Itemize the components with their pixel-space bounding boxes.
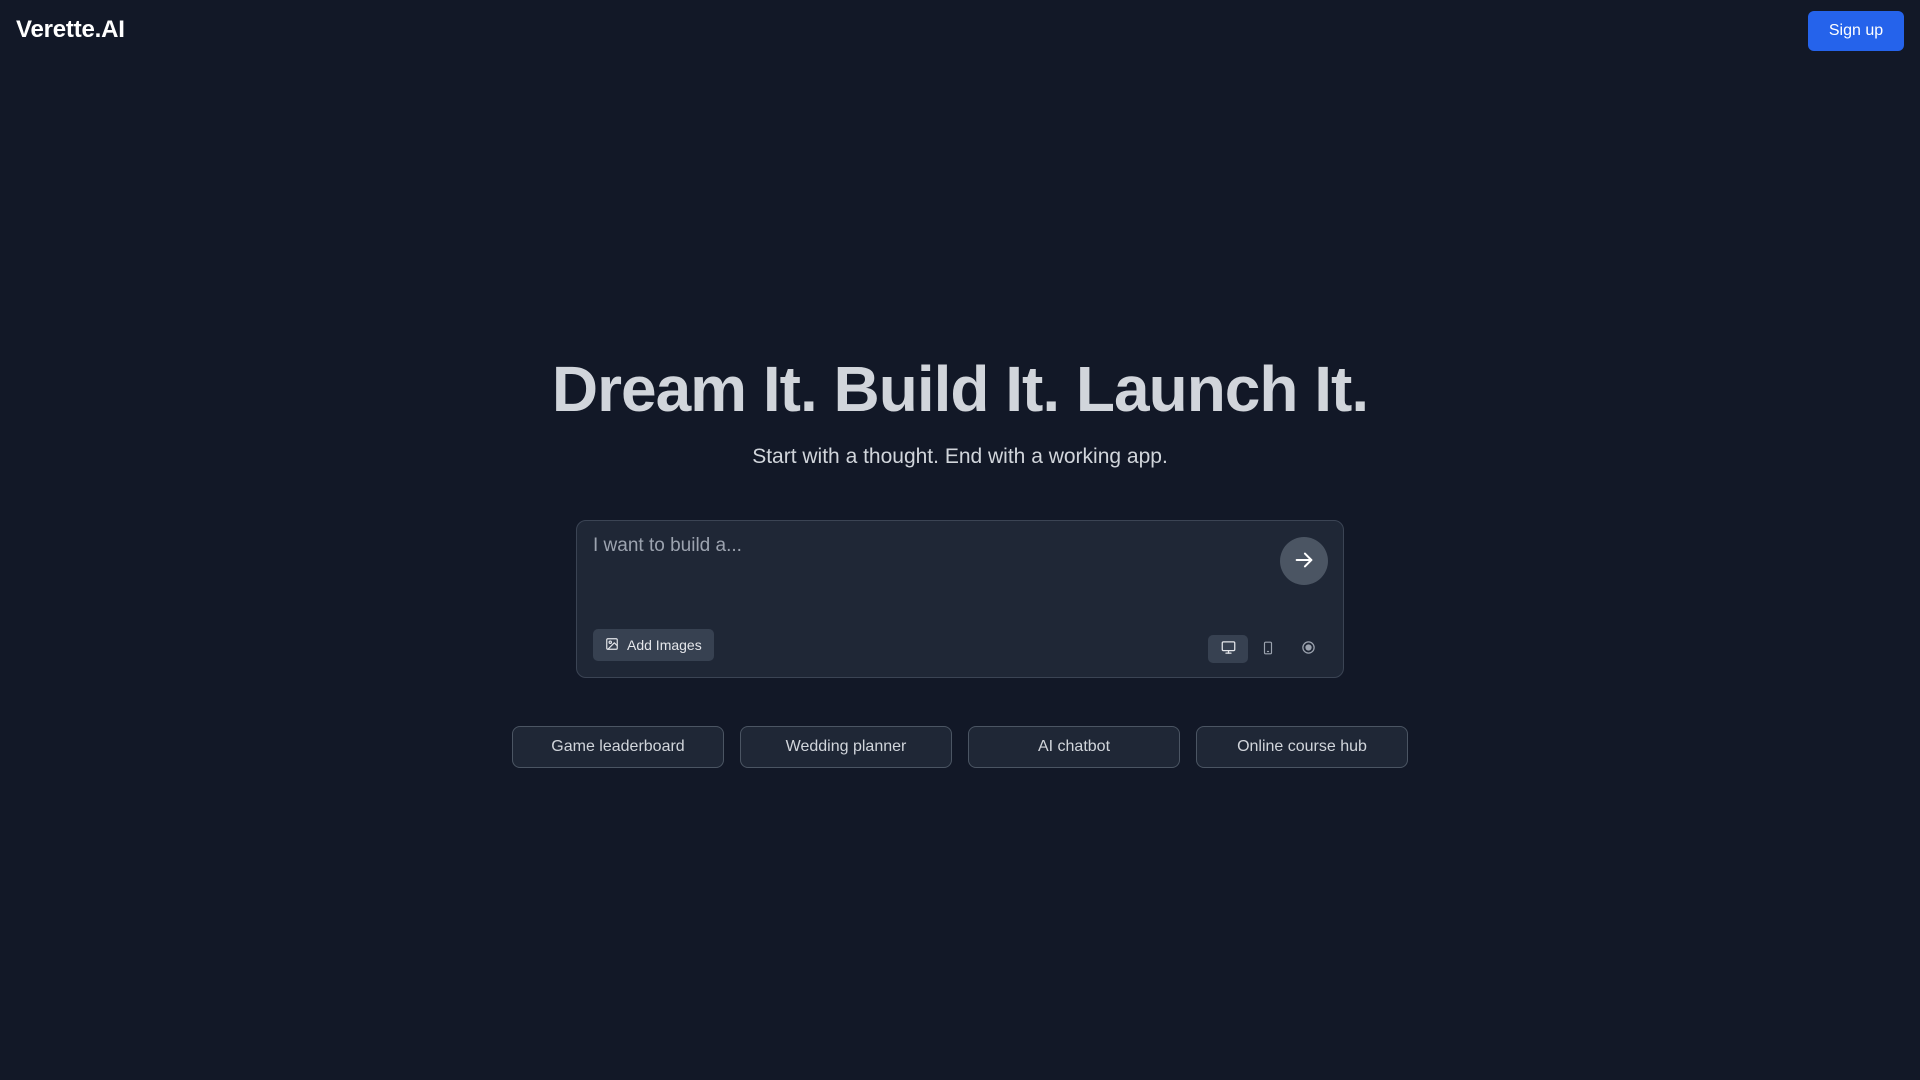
hero-title: Dream It. Build It. Launch It. — [551, 353, 1369, 425]
logo[interactable]: Verette.AI — [16, 16, 125, 44]
page: Verette.AI Sign up Dream It. Build It. L… — [0, 0, 1920, 1080]
mobile-view-button[interactable] — [1248, 635, 1288, 663]
suggestion-chip-ai-chatbot[interactable]: AI chatbot — [968, 726, 1180, 768]
desktop-icon — [1221, 640, 1236, 658]
suggestion-chip-wedding-planner[interactable]: Wedding planner — [740, 726, 952, 768]
suggestion-chip-online-course-hub[interactable]: Online course hub — [1196, 726, 1408, 768]
prompt-input[interactable] — [593, 535, 1253, 595]
arrow-right-icon — [1293, 549, 1315, 574]
suggestion-chip-game-leaderboard[interactable]: Game leaderboard — [512, 726, 724, 768]
image-icon — [605, 637, 619, 654]
top-bar: Verette.AI Sign up — [0, 0, 1920, 64]
desktop-view-button[interactable] — [1208, 635, 1248, 663]
add-images-button[interactable]: Add Images — [593, 629, 714, 661]
sign-up-button[interactable]: Sign up — [1808, 11, 1904, 51]
add-images-label: Add Images — [627, 637, 702, 653]
device-toggle — [1208, 635, 1328, 663]
send-button[interactable] — [1280, 537, 1328, 585]
mobile-icon — [1261, 641, 1275, 658]
target-icon — [1301, 640, 1316, 658]
hero-subtitle: Start with a thought. End with a working… — [752, 445, 1168, 468]
prompt-box: Add Images — [576, 520, 1344, 678]
target-view-button[interactable] — [1288, 635, 1328, 663]
suggestion-chips: Game leaderboard Wedding planner AI chat… — [512, 726, 1408, 768]
